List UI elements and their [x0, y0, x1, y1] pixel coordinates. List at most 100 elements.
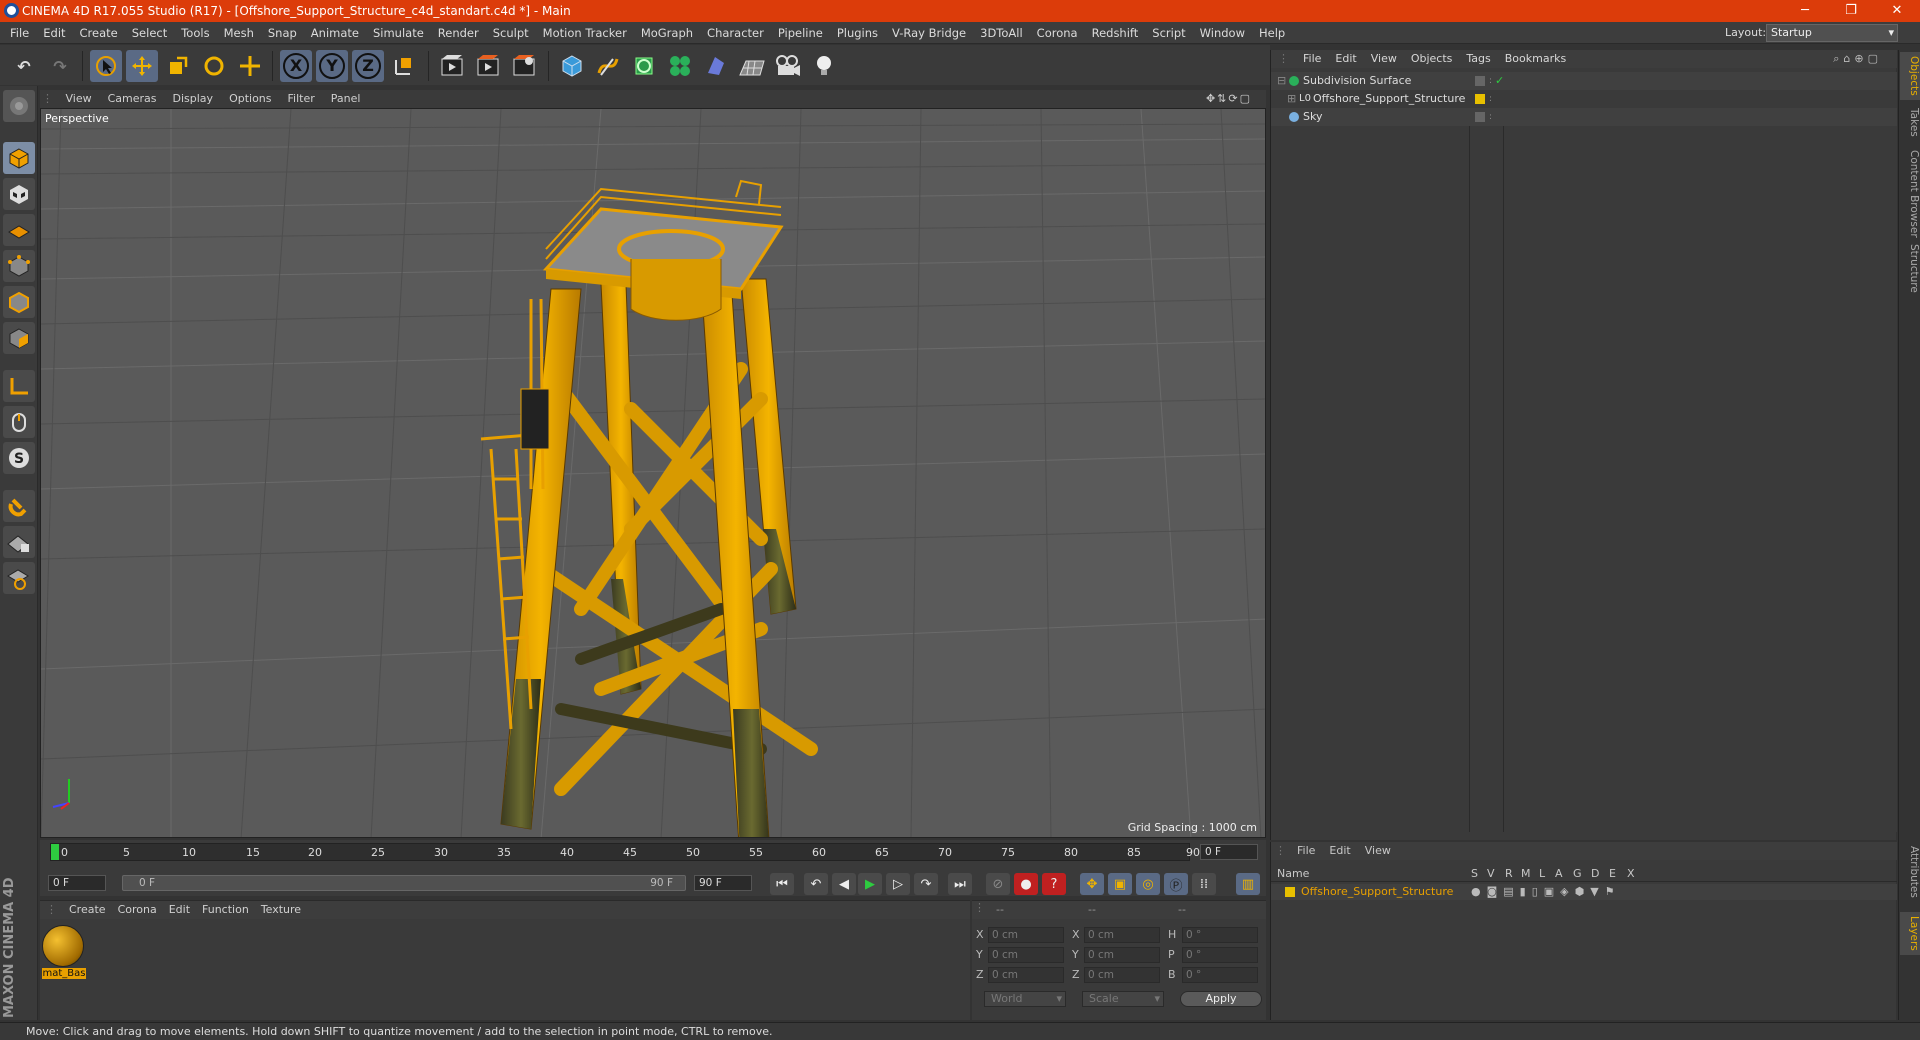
next-key-icon[interactable]: ↷	[914, 873, 938, 895]
perspective-viewport[interactable]: Perspective Grid Spacing : 1000 cm	[40, 108, 1266, 838]
current-frame-field[interactable]: 0 F	[1200, 844, 1258, 860]
om-menu-objects[interactable]: Objects	[1404, 50, 1460, 68]
menu-file[interactable]: File	[3, 22, 36, 44]
menu-tools[interactable]: Tools	[174, 22, 216, 44]
lock-workplane-icon[interactable]	[3, 526, 35, 558]
viewport-menu-display[interactable]: Display	[165, 90, 222, 108]
make-editable-icon[interactable]	[3, 90, 35, 122]
om-menu-view[interactable]: View	[1364, 50, 1404, 68]
material-swatch[interactable]: mat_Bas	[42, 925, 86, 983]
deformer-icon[interactable]	[700, 50, 732, 82]
material-menu-corona[interactable]: Corona	[112, 901, 163, 919]
render-to-picture-viewer-icon[interactable]	[472, 50, 504, 82]
rotate-tool-icon[interactable]	[198, 50, 230, 82]
timeline-window-icon[interactable]: ▥	[1236, 873, 1260, 895]
layer-color-swatch[interactable]	[1475, 76, 1485, 86]
layer-menu-view[interactable]: View	[1358, 842, 1398, 860]
next-frame-icon[interactable]: ▷	[886, 873, 910, 895]
menu-select[interactable]: Select	[125, 22, 174, 44]
layer-menu-file[interactable]: File	[1290, 842, 1322, 860]
menu-vray-bridge[interactable]: V-Ray Bridge	[885, 22, 973, 44]
size-y-field[interactable]: 0 cm	[1084, 947, 1160, 963]
key-pla-icon[interactable]: ⁞⁞	[1192, 873, 1216, 895]
layer-menu-edit[interactable]: Edit	[1322, 842, 1357, 860]
menu-character[interactable]: Character	[700, 22, 771, 44]
play-icon[interactable]: ▶	[858, 873, 882, 895]
key-position-icon[interactable]: ✥	[1080, 873, 1104, 895]
material-menu-create[interactable]: Create	[63, 901, 112, 919]
undo-icon[interactable]: ↶	[8, 50, 40, 82]
object-row-offshore-support-structure[interactable]: ⊞ L0 Offshore_Support_Structure :	[1271, 90, 1897, 108]
menu-snap[interactable]: Snap	[261, 22, 304, 44]
axis-mode-icon[interactable]	[3, 370, 35, 402]
viewport-nav-icons[interactable]: ✥⇅⟳▢	[1198, 90, 1260, 108]
rotation-h-field[interactable]: 0 °	[1182, 927, 1258, 943]
previous-key-icon[interactable]: ↶	[804, 873, 828, 895]
start-frame-field[interactable]: 0 F	[48, 875, 106, 891]
previous-frame-icon[interactable]: ◀	[832, 873, 856, 895]
om-menu-file[interactable]: File	[1296, 50, 1328, 68]
apply-button[interactable]: Apply	[1180, 991, 1262, 1007]
menu-redshift[interactable]: Redshift	[1085, 22, 1146, 44]
frame-range-slider[interactable]: 0 F 90 F	[122, 875, 686, 891]
viewport-menu-filter[interactable]: Filter	[280, 90, 323, 108]
pen-spline-icon[interactable]	[592, 50, 624, 82]
om-search-home-icons[interactable]: ⌕⌂⊕▢	[1826, 50, 1889, 68]
position-z-field[interactable]: 0 cm	[988, 967, 1064, 983]
menu-sculpt[interactable]: Sculpt	[486, 22, 536, 44]
size-x-field[interactable]: 0 cm	[1084, 927, 1160, 943]
coordinate-system-icon[interactable]	[388, 50, 420, 82]
visibility-dots[interactable]: :	[1489, 108, 1492, 126]
position-x-field[interactable]: 0 cm	[988, 927, 1064, 943]
tab-attributes[interactable]: Attributes	[1900, 842, 1920, 902]
move-tool-icon[interactable]	[126, 50, 158, 82]
tab-takes[interactable]: Takes	[1900, 104, 1920, 141]
tab-layers[interactable]: Layers	[1900, 912, 1920, 955]
tweak-mode-icon[interactable]	[3, 406, 35, 438]
subdivision-surface-icon[interactable]	[628, 50, 660, 82]
rotation-b-field[interactable]: 0 °	[1182, 967, 1258, 983]
keyframe-selection-icon[interactable]: ?	[1042, 873, 1066, 895]
menu-help[interactable]: Help	[1252, 22, 1292, 44]
layer-flag-icons[interactable]: ●◙▤▮▯▣◈⬢▼⚑	[1471, 885, 1621, 898]
enabled-check-icon[interactable]: ✓	[1495, 72, 1504, 90]
z-axis-lock-button[interactable]: Z	[352, 50, 384, 82]
edges-mode-icon[interactable]	[3, 286, 35, 318]
y-axis-lock-button[interactable]: Y	[316, 50, 348, 82]
layer-row[interactable]: Offshore_Support_Structure ●◙▤▮▯▣◈⬢▼⚑	[1271, 884, 1897, 900]
position-y-field[interactable]: 0 cm	[988, 947, 1064, 963]
light-icon[interactable]	[808, 50, 840, 82]
visibility-dots[interactable]: :	[1489, 90, 1492, 108]
camera-icon[interactable]	[772, 50, 804, 82]
record-keys-icon[interactable]: ⊘	[986, 873, 1010, 895]
size-mode-select[interactable]: Scale ▾	[1082, 991, 1164, 1007]
floor-icon[interactable]	[736, 50, 768, 82]
timeline-ruler[interactable]: 0 5 10 15 20 25 30 35 40 45 50 55 60 65 …	[50, 843, 1200, 861]
tab-content-browser[interactable]: Content Browser	[1900, 146, 1920, 242]
menu-mograph[interactable]: MoGraph	[634, 22, 700, 44]
planar-workplane-icon[interactable]	[3, 562, 35, 594]
model-mode-icon[interactable]	[3, 142, 35, 174]
viewport-menu-options[interactable]: Options	[221, 90, 279, 108]
playhead-marker[interactable]	[51, 844, 59, 860]
live-selection-icon[interactable]	[90, 50, 122, 82]
object-row-subdivision-surface[interactable]: ⊟ Subdivision Surface : ✓	[1271, 72, 1897, 90]
go-to-end-icon[interactable]: ⏭	[948, 873, 972, 895]
layer-color-swatch[interactable]	[1475, 94, 1485, 104]
menu-pipeline[interactable]: Pipeline	[771, 22, 830, 44]
x-axis-lock-button[interactable]: X	[280, 50, 312, 82]
scale-tool-icon[interactable]	[162, 50, 194, 82]
menu-script[interactable]: Script	[1145, 22, 1192, 44]
transform-tool-icon[interactable]	[234, 50, 266, 82]
cube-object-icon[interactable]	[556, 50, 588, 82]
menu-mesh[interactable]: Mesh	[217, 22, 261, 44]
layer-color-swatch[interactable]	[1285, 887, 1295, 897]
autokey-icon[interactable]: ●	[1014, 873, 1038, 895]
menu-animate[interactable]: Animate	[304, 22, 366, 44]
layout-select[interactable]: Startup ▾	[1766, 24, 1898, 42]
viewport-menu-panel[interactable]: Panel	[323, 90, 369, 108]
end-frame-field[interactable]: 90 F	[694, 875, 752, 891]
om-menu-tags[interactable]: Tags	[1459, 50, 1497, 68]
menu-motion-tracker[interactable]: Motion Tracker	[536, 22, 634, 44]
points-mode-icon[interactable]	[3, 250, 35, 282]
